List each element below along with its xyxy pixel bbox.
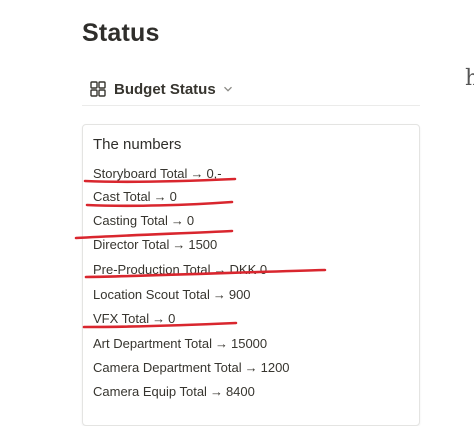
- view-label: Budget Status: [114, 80, 216, 98]
- field-value: 0: [169, 189, 177, 204]
- chevron-down-icon[interactable]: [223, 84, 233, 94]
- field-value: 900: [228, 287, 251, 302]
- field-label: VFX Total: [93, 311, 150, 326]
- grid-icon: [90, 81, 106, 97]
- field-label: Art Department Total: [93, 336, 212, 351]
- list-item: Pre-Production Total → DKK 0: [93, 262, 267, 278]
- list-item: Cast Total → 0: [93, 189, 177, 205]
- view-divider: [82, 105, 420, 106]
- numbers-card[interactable]: The numbers Storyboard Total → 0,- Cast To…: [82, 124, 420, 426]
- arrow-icon: →: [213, 262, 227, 277]
- field-value: DKK 0: [229, 262, 268, 277]
- field-label: Camera Department Total: [93, 360, 242, 375]
- field-label: Casting Total: [93, 213, 168, 228]
- list-item: Art Department Total → 15000: [93, 336, 267, 352]
- field-value: 8400: [225, 384, 255, 399]
- list-item: Location Scout Total → 900: [93, 287, 251, 303]
- list-item: Casting Total → 0: [93, 213, 194, 229]
- field-value: 1500: [188, 237, 218, 252]
- field-value: 1200: [260, 360, 290, 375]
- field-label: Location Scout Total: [93, 287, 210, 302]
- arrow-icon: →: [170, 213, 184, 228]
- field-value: 0: [186, 213, 195, 228]
- arrow-icon: →: [190, 166, 204, 181]
- list-item: Director Total → 1500: [93, 237, 217, 253]
- arrow-icon: →: [212, 287, 226, 302]
- field-label: Pre-Production Total: [93, 262, 211, 277]
- arrow-icon: →: [152, 311, 166, 326]
- list-item: Camera Equip Total → 8400: [93, 384, 255, 400]
- field-label: Camera Equip Total: [93, 384, 207, 399]
- page-title: Status: [82, 19, 160, 47]
- field-label: Director Total: [93, 237, 170, 252]
- field-label: Storyboard Total: [93, 166, 188, 181]
- list-item: Camera Department Total → 1200: [93, 360, 290, 376]
- view-switcher-budget-status[interactable]: Budget Status: [90, 78, 233, 100]
- arrow-icon: →: [172, 237, 186, 252]
- card-title: The numbers: [93, 136, 182, 153]
- arrow-icon: →: [153, 189, 167, 204]
- list-item: VFX Total → 0: [93, 311, 175, 327]
- field-value: 15000: [230, 336, 268, 351]
- arrow-icon: →: [214, 336, 228, 351]
- edge-cutoff-glyph: h: [465, 66, 474, 91]
- field-value: 0,-: [206, 166, 222, 181]
- arrow-icon: →: [244, 360, 258, 375]
- field-value: 0: [168, 311, 176, 326]
- arrow-icon: →: [209, 384, 223, 399]
- field-label: Cast Total: [93, 189, 151, 204]
- list-item: Storyboard Total → 0,-: [93, 166, 222, 182]
